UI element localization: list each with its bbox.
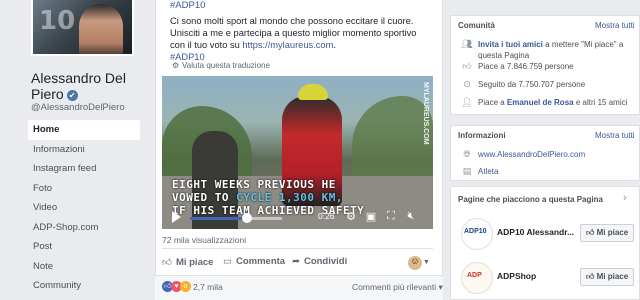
post-text: Ci sono molti sport al mondo che possono… (170, 15, 432, 63)
post-hashtag-top[interactable]: #ADP10 (170, 0, 205, 11)
comment-button-label: Commenta (235, 256, 286, 267)
chevron-down-icon: ▾ (438, 282, 443, 292)
thumbs-up-icon: 👍︎ (586, 272, 595, 281)
chevron-down-icon[interactable]: ▼ (423, 259, 430, 266)
follow-icon: ⊙ (463, 79, 471, 89)
comments-sort-label: Commenti più rilevanti (352, 282, 437, 292)
video-time: 0:26 (318, 211, 335, 221)
wow-reaction-icon[interactable]: o (180, 281, 191, 292)
video-controls: 0:26 ⚙ ▣ ⛶ 🔇︎ (162, 207, 433, 229)
invite-friends-text: Invita i tuoi amici a mettere "Mi piace"… (478, 39, 636, 61)
nav-item-photos[interactable]: Foto (28, 179, 140, 199)
community-see-all-link[interactable]: Mostra tutti (595, 21, 635, 30)
nav-item-info[interactable]: Informazioni (28, 140, 140, 160)
video-helmet (298, 84, 328, 100)
globe-icon: 🌐︎ (463, 149, 471, 159)
community-title: Comunità (458, 21, 495, 30)
adpshop-like-label: Mi piace (596, 272, 629, 281)
liked-page-name-adp10[interactable]: ADP10 Alessandr... (497, 227, 574, 237)
mute-icon[interactable]: 🔇︎ (404, 210, 418, 223)
comment-icon: ▭ (223, 256, 232, 267)
video-watermark: MYLAUREUS.COM (422, 82, 429, 145)
video-pip-icon[interactable]: ▣ (364, 210, 378, 223)
profile-name-text: Alessandro Del Piero (31, 70, 126, 102)
video-player[interactable]: MYLAUREUS.COM EIGHT WEEKS PREVIOUS HE VO… (162, 76, 433, 229)
play-icon[interactable] (172, 211, 181, 223)
video-caption-line2-b: CYCLE 1,300 KM, (236, 191, 343, 204)
liked-page-name-adpshop[interactable]: ADPShop (497, 271, 536, 281)
nav-item-shop[interactable]: ADP-Shop.com (28, 218, 140, 238)
share-icon: ➦ (292, 256, 300, 267)
adp10-logo-text: ADP10 (464, 228, 487, 235)
friends-like-suffix: e altri 15 amici (573, 98, 628, 107)
video-caption-line2: VOWED TO CYCLE 1,300 KM, (172, 191, 364, 204)
liked-pages-title: Pagine che piacciono a questa Pagina (458, 195, 603, 204)
profile-photo-number: 10 (39, 6, 76, 36)
comments-sort-dropdown[interactable]: Commenti più rilevanti ▾ (352, 282, 443, 293)
thumbs-up-icon: 👍︎ (586, 228, 595, 237)
reactions-count[interactable]: 2,7 mila (193, 282, 223, 292)
comment-button[interactable]: ▭ Commenta (223, 256, 285, 267)
post-text-period: . (333, 40, 336, 50)
video-progress-fill (190, 217, 248, 220)
like-button-label: Mi piace (175, 257, 214, 268)
fullscreen-icon[interactable]: ⛶ (384, 210, 398, 223)
profile-photo[interactable]: 10 (31, 0, 134, 56)
verified-badge-icon: ✔ (66, 89, 78, 101)
friend-avatars-icon: 👤︎ (461, 97, 473, 107)
adpshop-page-logo[interactable]: ADP (461, 262, 493, 294)
video-progress-knob[interactable] (242, 213, 253, 223)
post-link[interactable]: https://mylaureus.com (242, 40, 333, 50)
share-button[interactable]: ➦ Condividi (292, 256, 347, 267)
page-nav: Home Informazioni Instagram feed Foto Vi… (28, 120, 140, 296)
info-see-all-link[interactable]: Mostra tutti (595, 131, 635, 140)
nav-item-home[interactable]: Home (28, 120, 140, 140)
chevron-right-icon[interactable]: › (623, 192, 627, 204)
profile-handle[interactable]: @AlessandroDelPiero (31, 102, 125, 113)
adp10-like-button[interactable]: 👍︎ Mi piace (580, 224, 635, 242)
translate-rating[interactable]: ⚙ Valuta questa traduzione (172, 61, 270, 70)
translate-rating-label: Valuta questa traduzione (182, 61, 270, 70)
invite-friends-icon: 👥︎ (461, 39, 473, 49)
page-likes-count: Piace a 7.846.759 persone (478, 62, 574, 71)
adpshop-like-button[interactable]: 👍︎ Mi piace (580, 268, 635, 286)
page-follows-count: Seguito da 7.750.707 persone (478, 80, 586, 89)
friends-like-text: Piace a Emanuel de Rosa e altri 15 amici (478, 97, 627, 108)
info-title: Informazioni (458, 131, 506, 140)
nav-item-posts[interactable]: Post (28, 237, 140, 257)
share-button-label: Condividi (303, 256, 348, 267)
video-caption-line1: EIGHT WEEKS PREVIOUS HE (172, 178, 336, 191)
friend-name-link[interactable]: Emanuel de Rosa (507, 98, 574, 107)
post-text-line2: Unisciti a me e partecipa a questo migli… (170, 27, 432, 51)
category-link[interactable]: Atleta (478, 166, 498, 177)
adp10-like-label: Mi piace (596, 228, 629, 237)
gear-icon: ⚙ (172, 61, 180, 70)
adp10-page-logo[interactable]: ADP10 (461, 218, 493, 250)
like-button[interactable]: 👍︎ Mi piace (162, 256, 213, 268)
view-count: 72 mila visualizzazioni (162, 235, 247, 245)
invite-friends-link[interactable]: Invita i tuoi amici (478, 40, 543, 49)
video-settings-icon[interactable]: ⚙ (344, 210, 358, 223)
nav-item-notes[interactable]: Note (28, 257, 140, 277)
video-progress-bar[interactable] (190, 213, 282, 223)
video-caption-line2-a: VOWED TO (172, 191, 237, 204)
website-link[interactable]: www.AlessandroDelPiero.com (478, 149, 585, 160)
reaction-identity-avatar[interactable]: ☺ (408, 256, 422, 270)
nav-item-videos[interactable]: Video (28, 198, 140, 218)
thumbs-up-icon: 👍︎ (462, 61, 472, 71)
nav-item-community[interactable]: Community (28, 276, 140, 296)
adpshop-logo-text: ADP (467, 272, 482, 279)
nav-item-instagram[interactable]: Instagram feed (28, 159, 140, 179)
profile-name[interactable]: Alessandro Del Piero ✔ (31, 70, 141, 102)
actions-divider (162, 248, 433, 249)
profile-photo-face (79, 4, 123, 54)
category-icon: ▤ (462, 166, 472, 176)
post-text-line1: Ci sono molti sport al mondo che possono… (170, 16, 414, 26)
friends-like-prefix: Piace a (478, 98, 507, 107)
thumbs-up-icon: 👍︎ (162, 257, 172, 268)
